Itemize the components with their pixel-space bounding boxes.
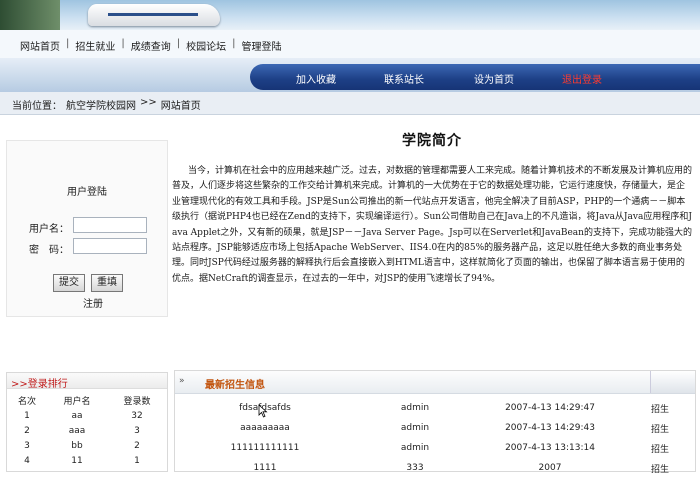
rank-cell: 4 — [24, 455, 30, 466]
table-row[interactable]: 1111 333 2007 招生 — [175, 458, 695, 478]
rank-cell: 2 — [24, 425, 30, 436]
nav-enrollment-link[interactable]: 招生就业 — [75, 38, 115, 53]
news-category-cell: 招生 — [650, 424, 669, 435]
nav-forum-link[interactable]: 校园论坛 — [186, 38, 226, 53]
username-input[interactable] — [73, 217, 147, 233]
nav-separator: | — [176, 38, 181, 49]
set-homepage-link[interactable]: 设为首页 — [466, 71, 522, 86]
ranking-header-rank: 名次 — [17, 397, 36, 407]
login-panel: 用户登陆 用户名： 密 码： 提交 重填 注册 — [6, 140, 168, 317]
news-header: » 最新招生信息 — [175, 371, 695, 394]
ranking-header-count: 登录数 — [123, 397, 151, 407]
count-cell: 32 — [131, 410, 143, 421]
breadcrumb-current[interactable]: 网站首页 — [161, 97, 201, 112]
rank-cell: 1 — [24, 410, 30, 421]
table-row: 1 aa 32 — [7, 408, 167, 423]
article-title: 学院简介 — [402, 133, 462, 149]
password-input[interactable] — [73, 238, 147, 254]
news-category-cell: 招生 — [650, 404, 669, 415]
login-title: 用户登陆 — [67, 187, 107, 198]
table-row: 3 bb 2 — [7, 438, 167, 453]
reset-button[interactable]: 重填 — [91, 274, 123, 292]
news-date-cell: 2007-4-13 14:29:47 — [505, 403, 595, 413]
nav-admin-login-link[interactable]: 管理登陆 — [242, 38, 282, 53]
top-nav: 网站首页 | 招生就业 | 成绩查询 | 校园论坛 | 管理登陆 — [0, 30, 700, 59]
user-cell: aa — [71, 410, 83, 421]
header-banner — [0, 0, 700, 30]
banner-scenery — [0, 0, 60, 30]
user-cell: 11 — [71, 455, 83, 466]
news-author-cell: admin — [400, 403, 430, 413]
count-cell: 1 — [134, 455, 140, 466]
add-favorite-link[interactable]: 加入收藏 — [288, 71, 344, 86]
breadcrumb: 当前位置： 航空学院校园网 >> 网站首页 — [0, 92, 700, 115]
news-title-cell[interactable]: 1111 — [175, 458, 355, 478]
table-row[interactable]: aaaaaaaaa admin 2007-4-13 14:29:43 招生 — [175, 418, 695, 438]
news-title: 最新招生信息 — [205, 380, 265, 391]
news-category-cell: 招生 — [650, 464, 669, 475]
password-label: 密 码： — [29, 245, 69, 256]
latest-admissions-panel: » 最新招生信息 fdsafdsafds admin 2007-4-13 14:… — [174, 370, 696, 475]
rank-cell: 3 — [24, 440, 30, 451]
panel-corner-tab — [650, 371, 695, 393]
table-row: 4 11 1 — [7, 453, 167, 468]
ranking-title: >>登录排行 — [7, 373, 167, 390]
double-chevron-icon: » — [179, 376, 185, 386]
submit-button[interactable]: 提交 — [53, 274, 85, 292]
nav-separator: | — [66, 38, 70, 49]
breadcrumb-prefix: 当前位置： — [12, 101, 62, 112]
breadcrumb-separator: >> — [140, 97, 157, 108]
article-body: 当今，计算机在社会中的应用越来越广泛。过去，对数据的管理都需要人工来完成。随着计… — [172, 166, 693, 284]
breadcrumb-site-link[interactable]: 航空学院校园网 — [66, 97, 136, 112]
ranking-header-row: 名次 用户名 登录数 — [7, 393, 167, 408]
table-row[interactable]: fdsafdsafds admin 2007-4-13 14:29:47 招生 — [175, 398, 695, 418]
nav-grades-link[interactable]: 成绩查询 — [131, 38, 171, 53]
news-date-cell: 2007-4-13 13:13:14 — [505, 443, 595, 453]
news-date-cell: 2007-4-13 14:29:43 — [505, 423, 595, 433]
username-label: 用户名： — [29, 224, 69, 235]
mouse-pointer-icon — [258, 404, 268, 418]
nav-separator: | — [121, 38, 125, 49]
action-bar: 加入收藏 联系站长 设为首页 退出登录 — [250, 64, 700, 90]
user-cell: aaa — [68, 425, 86, 436]
news-date-cell: 2007 — [538, 463, 562, 473]
news-category-cell: 招生 — [650, 444, 669, 455]
register-link[interactable]: 注册 — [83, 295, 103, 310]
news-author-cell: admin — [400, 443, 430, 453]
contact-admin-link[interactable]: 联系站长 — [376, 71, 432, 86]
table-row[interactable]: 111111111111 admin 2007-4-13 13:13:14 招生 — [175, 438, 695, 458]
news-table: fdsafdsafds admin 2007-4-13 14:29:47 招生 … — [175, 398, 695, 478]
ranking-header-user: 用户名 — [63, 397, 91, 407]
airplane-image — [88, 4, 220, 26]
news-author-cell: admin — [400, 423, 430, 433]
user-cell: bb — [71, 440, 83, 451]
nav-separator: | — [232, 38, 236, 49]
nav-home-link[interactable]: 网站首页 — [20, 38, 60, 53]
ranking-table: 名次 用户名 登录数 1 aa 32 2 aaa 3 3 bb 2 4 11 1 — [7, 393, 167, 468]
count-cell: 2 — [134, 440, 140, 451]
news-author-cell: 333 — [406, 463, 424, 473]
count-cell: 3 — [134, 425, 140, 436]
news-title-cell[interactable]: aaaaaaaaa — [175, 418, 355, 438]
news-title-cell[interactable]: 111111111111 — [175, 438, 355, 458]
table-row: 2 aaa 3 — [7, 423, 167, 438]
logout-link[interactable]: 退出登录 — [554, 71, 610, 86]
login-ranking-panel: >>登录排行 名次 用户名 登录数 1 aa 32 2 aaa 3 3 bb 2… — [6, 372, 168, 472]
college-intro: 学院简介 当今，计算机在社会中的应用越来越广泛。过去，对数据的管理都需要人工来完… — [172, 130, 692, 287]
